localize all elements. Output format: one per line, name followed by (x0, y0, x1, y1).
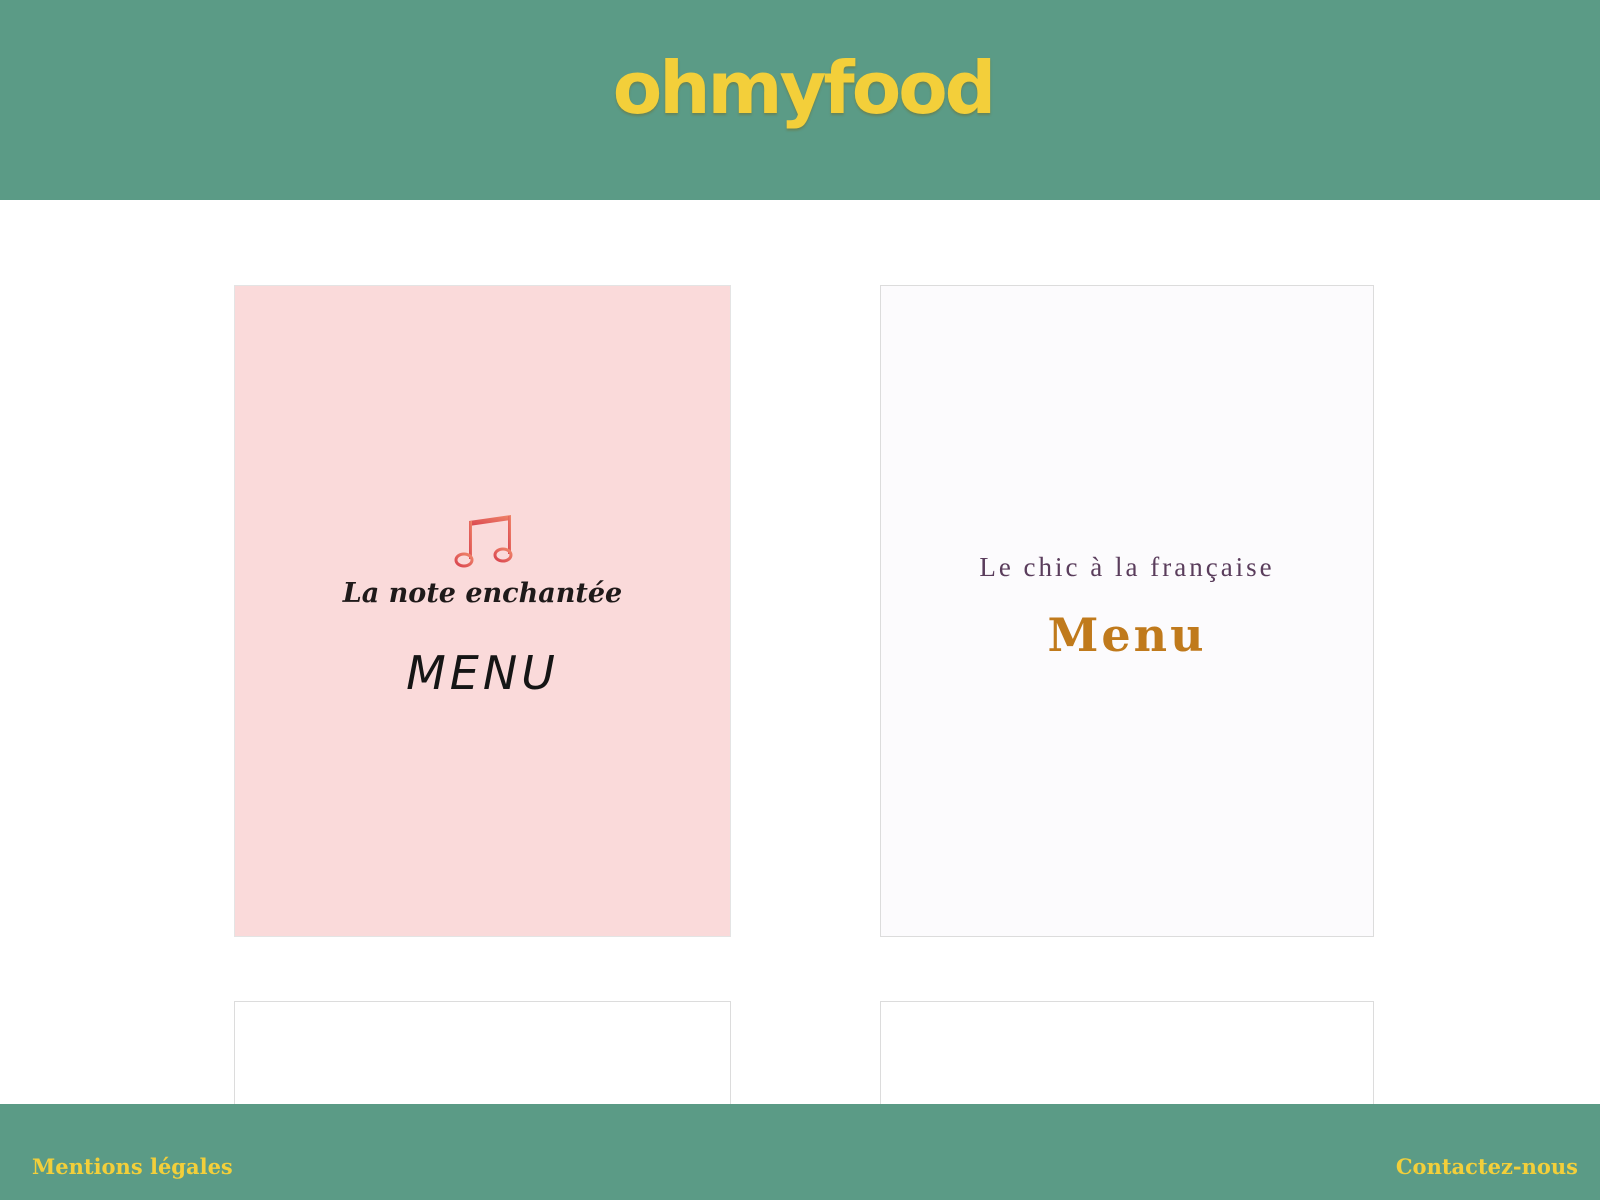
restaurant-menu-card[interactable] (880, 1001, 1374, 1121)
menu-label: Menu (1047, 608, 1207, 662)
site-header: ohmyfood (0, 0, 1600, 200)
site-logo[interactable]: ohmyfood (613, 46, 996, 130)
restaurant-menu-card[interactable]: La note enchantée MENU (234, 285, 731, 937)
main-content: La note enchantée MENU Le chic à la fran… (0, 200, 1600, 1121)
music-note-icon (454, 515, 513, 568)
legal-notice-link[interactable]: Mentions légales (32, 1154, 233, 1179)
restaurant-menu-card[interactable]: Le chic à la française Menu (880, 285, 1374, 937)
restaurant-name: Le chic à la française (979, 552, 1275, 582)
contact-link[interactable]: Contactez-nous (1396, 1154, 1578, 1179)
restaurant-name: La note enchantée (342, 578, 623, 609)
site-footer: Mentions légales Contactez-nous (0, 1104, 1600, 1200)
restaurant-menu-card[interactable] (234, 1001, 731, 1121)
menu-label: MENU (406, 646, 559, 700)
